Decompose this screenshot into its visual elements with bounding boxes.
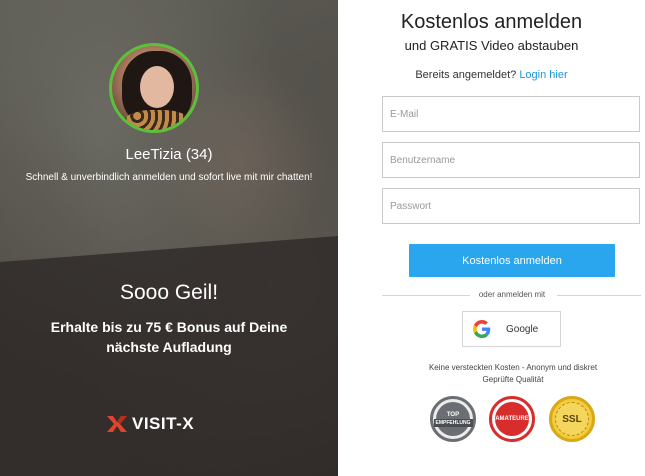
promo-headline: Sooo Geil!	[119, 281, 219, 304]
disclaimer-line-2: Geprüfte Qualität	[482, 375, 544, 384]
google-button-label: Google	[506, 323, 539, 335]
disclaimer-line-1: Keine versteckten Kosten - Anonym und di…	[428, 363, 598, 372]
seal-amateure-text: AMATEURE	[495, 416, 529, 422]
google-signin-button[interactable]: Google	[462, 311, 561, 347]
signup-panel: Kostenlos anmelden und GRATIS Video abst…	[338, 0, 645, 476]
amateure-seal-icon: AMATEURE	[489, 396, 535, 442]
profile-name-text: LeeTizia	[125, 146, 182, 163]
bonus-line-2: nächste Aufladung	[106, 339, 232, 355]
profile-tagline: Schnell & unverbindlich anmelden und sof…	[25, 172, 313, 183]
profile-name: LeeTizia (34)	[0, 146, 338, 163]
seal-top-text: TOP	[446, 411, 460, 418]
signup-title: Kostenlos anmelden	[400, 11, 583, 33]
promo-panel: LeeTizia (34) Schnell & unverbindlich an…	[0, 0, 338, 476]
ssl-seal-icon: SSL	[549, 396, 595, 442]
password-field[interactable]	[382, 188, 640, 224]
avatar	[109, 43, 199, 133]
already-registered-text: Bereits angemeldet?	[415, 69, 517, 81]
divider-right	[557, 295, 641, 296]
seal-empfehlung-text: EMPFEHLUNG	[433, 418, 473, 427]
username-field[interactable]	[382, 142, 640, 178]
brand-logo: VISIT-X	[106, 413, 194, 435]
bonus-text: Erhalte bis zu 75 € Bonus auf Deine näch…	[0, 317, 338, 357]
login-link[interactable]: Login hier	[519, 69, 567, 81]
google-icon	[473, 320, 491, 338]
bonus-line-1: Erhalte bis zu 75 € Bonus auf Deine	[50, 319, 288, 335]
disclaimer: Keine versteckten Kosten - Anonym und di…	[338, 362, 645, 386]
signup-button[interactable]: Kostenlos anmelden	[409, 244, 615, 277]
visit-x-logo-icon	[107, 416, 127, 432]
top-empfehlung-seal-icon: TOP EMPFEHLUNG	[430, 396, 476, 442]
brand-logo-text: VISIT-X	[132, 414, 195, 433]
email-field[interactable]	[382, 96, 640, 132]
signup-subtitle: und GRATIS Video abstauben	[404, 38, 579, 53]
already-registered: Bereits angemeldet? Login hier	[338, 69, 645, 81]
seal-ssl-text: SSL	[562, 413, 582, 425]
profile-age: (34)	[185, 146, 213, 163]
